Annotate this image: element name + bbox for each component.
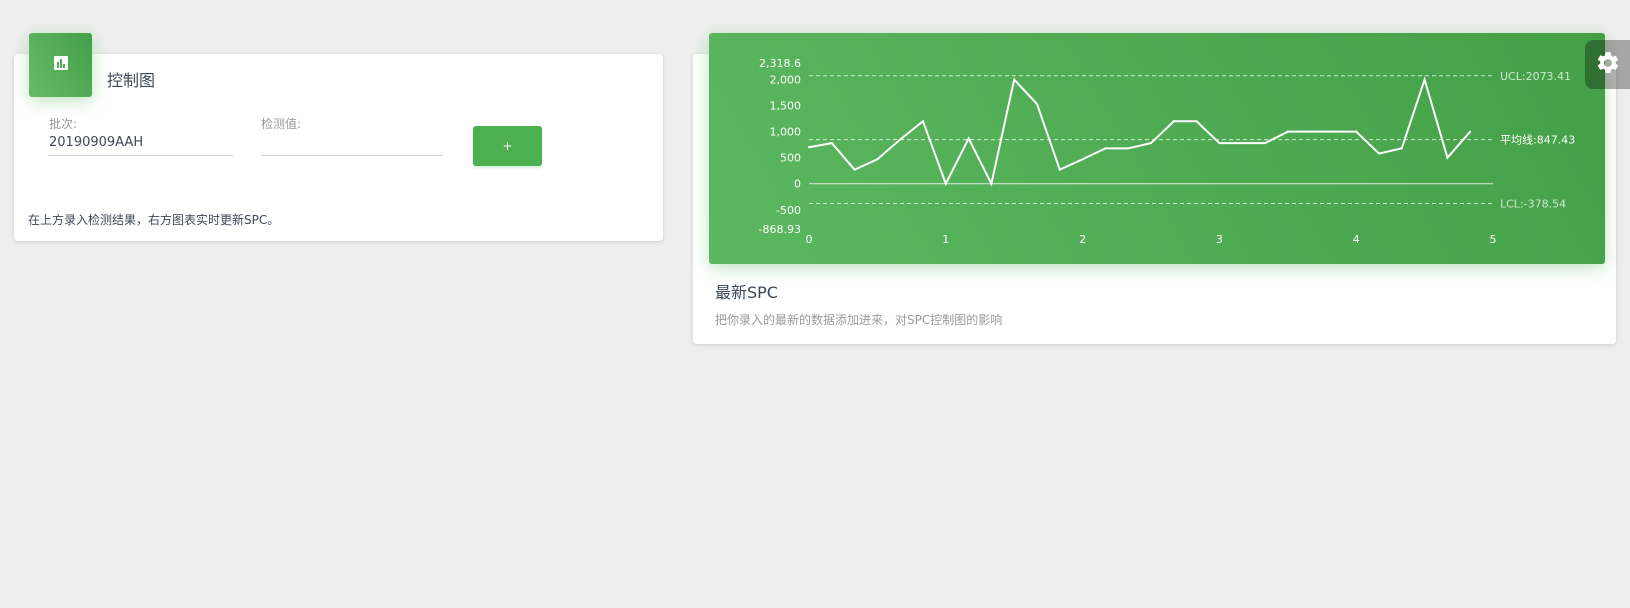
measure-label: 检测值: xyxy=(261,117,302,131)
gear-icon xyxy=(1595,50,1621,80)
data-point xyxy=(1400,147,1403,150)
y-tick-label: 2,318.6 xyxy=(759,57,801,70)
spc-card-title: 最新SPC xyxy=(715,283,778,302)
batch-underline xyxy=(49,155,233,156)
batch-input[interactable] xyxy=(49,132,233,152)
y-tick-label: 1,500 xyxy=(770,100,802,113)
data-point xyxy=(1195,120,1198,123)
reference-line-label-1: 平均线:847.43 xyxy=(1500,133,1575,147)
x-tick-label: 2 xyxy=(1079,233,1086,246)
data-point xyxy=(967,137,970,140)
spc-card-subtitle: 把你录入的最新的数据添加进来，对SPC控制图的影响 xyxy=(715,313,1003,327)
reference-line-label-2: LCL:-378.54 xyxy=(1500,197,1566,210)
series-line xyxy=(808,76,1471,187)
x-tick-label: 0 xyxy=(806,233,813,246)
data-point xyxy=(1127,147,1130,150)
data-point xyxy=(853,168,856,171)
page: 控制图 批次: 检测值: + 在上方录入检测结果，右方图表实时更新SPC。 UC… xyxy=(0,0,1630,608)
data-point xyxy=(1378,152,1381,155)
measure-input[interactable] xyxy=(261,132,443,152)
x-tick-label: 1 xyxy=(942,233,949,246)
data-point xyxy=(830,142,833,145)
data-point xyxy=(1446,156,1449,159)
data-point xyxy=(1013,78,1016,81)
data-point xyxy=(1218,142,1221,145)
data-point xyxy=(1309,130,1312,133)
bar-chart-icon xyxy=(53,55,69,75)
data-point xyxy=(899,138,902,141)
y-tick-label: -500 xyxy=(776,204,801,217)
data-point xyxy=(1355,130,1358,133)
data-point xyxy=(1332,130,1335,133)
batch-label: 批次: xyxy=(49,117,78,131)
y-tick-label: 0 xyxy=(794,178,801,191)
data-point xyxy=(1172,120,1175,123)
y-tick-label: 2,000 xyxy=(770,74,802,87)
x-tick-label: 4 xyxy=(1353,233,1360,246)
y-tick-label: 500 xyxy=(780,152,801,165)
data-point xyxy=(1081,158,1084,161)
measure-underline xyxy=(261,155,443,156)
data-point xyxy=(1286,130,1289,133)
data-point xyxy=(1241,142,1244,145)
spc-chart-panel: UCL:2073.41 平均线:847.43 LCL:-378.54 2,318.6 2… xyxy=(709,33,1605,264)
spc-chart: UCL:2073.41 平均线:847.43 LCL:-378.54 2,318.6 2… xyxy=(759,57,1576,246)
x-tick-label: 3 xyxy=(1216,233,1223,246)
data-point xyxy=(1150,142,1152,145)
data-point xyxy=(876,158,879,161)
data-point xyxy=(1036,103,1039,106)
control-chart-title: 控制图 xyxy=(107,71,156,90)
add-button[interactable]: + xyxy=(473,126,542,166)
x-tick-label: 5 xyxy=(1490,233,1497,246)
data-point xyxy=(944,182,947,185)
y-tick-label: -868.93 xyxy=(759,223,801,236)
data-point xyxy=(808,146,810,149)
data-point xyxy=(1263,142,1266,145)
control-chart-card-icon-box xyxy=(29,33,92,97)
data-point xyxy=(921,120,924,123)
y-tick-label: 1,000 xyxy=(770,126,802,139)
data-point xyxy=(1469,130,1472,133)
control-chart-description: 在上方录入检测结果，右方图表实时更新SPC。 xyxy=(28,213,280,227)
data-point xyxy=(990,182,993,185)
reference-line-label-0: UCL:2073.41 xyxy=(1500,70,1571,83)
data-point xyxy=(1104,147,1107,150)
data-point xyxy=(1058,168,1061,171)
settings-button[interactable] xyxy=(1585,40,1630,89)
data-point xyxy=(1423,78,1426,81)
